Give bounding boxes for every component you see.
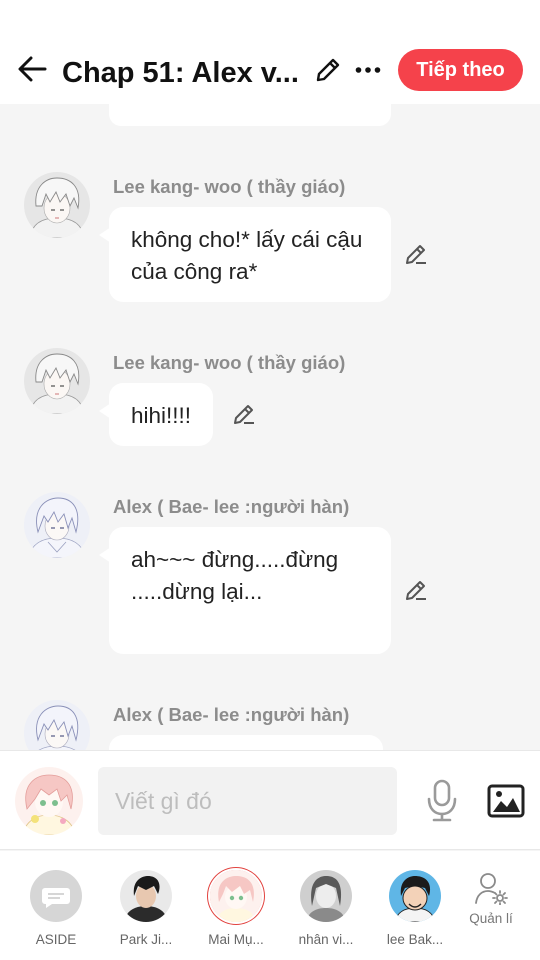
message-composer <box>0 750 540 850</box>
character-aside[interactable]: ASIDE <box>11 870 101 947</box>
top-bar: Chap 51: Alex v... Tiếp theo <box>0 0 540 104</box>
character-bar: ASIDE Park Ji... Mai Mụ... nhân vi... le… <box>0 851 540 960</box>
current-character-avatar[interactable] <box>15 767 83 835</box>
page-title: Chap 51: Alex v... <box>62 57 299 89</box>
avatar <box>300 870 352 922</box>
avatar[interactable] <box>24 492 90 558</box>
more-dots-icon <box>355 67 381 73</box>
manage-label: Quản lí <box>469 911 513 926</box>
character-name: Park Ji... <box>119 932 173 947</box>
character-lee-bak[interactable]: lee Bak... <box>370 870 460 947</box>
sender-name: Lee kang- woo ( thầy giáo) <box>113 352 346 373</box>
microphone-icon <box>427 779 457 822</box>
message-bubble[interactable]: ah~~~ đừng.....đừng .....dừng lại... <box>99 527 391 654</box>
sender-name: Alex ( Bae- lee :người hàn) <box>113 704 350 725</box>
message-bubble-partial <box>109 104 391 126</box>
edit-title-button[interactable] <box>312 54 344 86</box>
avatar[interactable] <box>24 348 90 414</box>
back-button[interactable] <box>16 52 48 86</box>
character-name: Mai Mụ... <box>208 932 264 947</box>
message-input[interactable] <box>98 767 397 835</box>
character-nhan-vi[interactable]: nhân vi... <box>281 870 371 947</box>
edit-message-button[interactable] <box>402 240 430 268</box>
character-name: nhân vi... <box>298 932 354 947</box>
image-icon <box>487 784 525 818</box>
microphone-button[interactable] <box>422 775 462 827</box>
message-bubble[interactable]: hihi!!!! <box>98 383 214 446</box>
back-arrow-icon <box>18 56 47 82</box>
user-settings-icon <box>475 873 508 905</box>
edit-message-button[interactable] <box>402 576 430 604</box>
pencil-icon <box>406 581 426 600</box>
avatar <box>30 870 82 922</box>
pencil-icon <box>406 245 426 264</box>
sender-name: Alex ( Bae- lee :người hàn) <box>113 496 350 517</box>
character-mai-mu[interactable]: Mai Mụ... <box>191 870 281 947</box>
edit-message-button[interactable] <box>230 400 258 428</box>
character-name: lee Bak... <box>386 932 444 947</box>
more-options-button[interactable] <box>352 54 384 86</box>
manage-characters-button[interactable]: Quản lí <box>463 871 519 926</box>
pencil-icon <box>316 58 340 82</box>
pencil-icon <box>234 405 254 424</box>
chat-bubble-icon <box>30 870 82 922</box>
avatar[interactable] <box>24 700 90 750</box>
message-bubble[interactable]: không cho!* lấy cái cậu của công ra* <box>99 207 391 302</box>
message-list[interactable]: Lee kang- woo ( thầy giáo) không cho!* l… <box>0 104 540 750</box>
avatar <box>210 870 262 922</box>
character-park-ji[interactable]: Park Ji... <box>101 870 191 947</box>
sender-name: Lee kang- woo ( thầy giáo) <box>113 176 346 197</box>
avatar <box>389 870 441 922</box>
next-chapter-button[interactable]: Tiếp theo <box>398 49 523 91</box>
character-name: ASIDE <box>35 932 77 947</box>
image-button[interactable] <box>486 781 526 821</box>
avatar[interactable] <box>24 172 90 238</box>
message-bubble[interactable] <box>109 735 383 750</box>
avatar <box>120 870 172 922</box>
